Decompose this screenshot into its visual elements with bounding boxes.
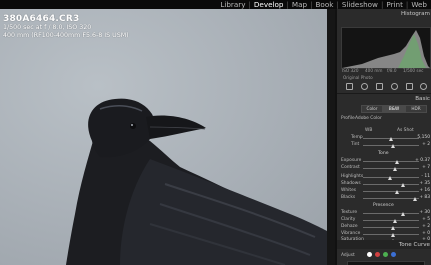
contrast-label: Contrast bbox=[341, 165, 360, 170]
module-web[interactable]: Web bbox=[411, 0, 427, 9]
tint-slider[interactable] bbox=[363, 143, 419, 148]
presence-section-title: Presence bbox=[373, 203, 394, 208]
tint-label: Tint bbox=[351, 142, 360, 147]
module-separator: | bbox=[336, 0, 339, 9]
blacks-value[interactable]: + 83 bbox=[419, 195, 430, 200]
right-develop-panel: Histogram ISO 320 400 mm f/8.0 1/500 sec… bbox=[335, 9, 431, 265]
photo-viewer[interactable]: 380A6464.CR3 1/500 sec at f / 8.0, ISO 3… bbox=[0, 9, 327, 265]
module-separator: | bbox=[286, 0, 289, 9]
shadows-value[interactable]: + 35 bbox=[419, 181, 430, 186]
blacks-slider[interactable] bbox=[363, 196, 419, 201]
dehaze-slider[interactable] bbox=[363, 225, 419, 230]
exposure-label: Exposure bbox=[341, 158, 362, 163]
module-book[interactable]: Book bbox=[316, 0, 334, 9]
histogram-shutter: 1/500 sec bbox=[403, 68, 424, 73]
exposure-value[interactable]: + 0.37 bbox=[415, 158, 430, 163]
basic-header[interactable]: Basic bbox=[415, 96, 430, 102]
histogram-header[interactable]: Histogram bbox=[401, 11, 430, 17]
dehaze-label: Dehaze bbox=[341, 224, 358, 229]
wb-select[interactable]: As Shot bbox=[397, 128, 414, 133]
module-develop[interactable]: Develop bbox=[254, 0, 284, 9]
photo-lens: 400 mm (RF100-400mm F5.6-8 IS USM) bbox=[3, 31, 129, 39]
histogram-aperture: f/8.0 bbox=[387, 68, 397, 73]
blacks-label: Blacks bbox=[341, 195, 356, 200]
treatment-bw-button[interactable]: B&W bbox=[383, 105, 405, 113]
temp-slider[interactable] bbox=[363, 136, 419, 141]
histogram-focal: 400 mm bbox=[365, 68, 383, 73]
clarity-slider[interactable] bbox=[363, 218, 419, 223]
module-library[interactable]: Library bbox=[220, 0, 245, 9]
tone-curve-graph[interactable] bbox=[347, 261, 425, 265]
photo-info-overlay: 380A6464.CR3 1/500 sec at f / 8.0, ISO 3… bbox=[3, 14, 129, 39]
module-map[interactable]: Map bbox=[292, 0, 307, 9]
whites-label: Whites bbox=[341, 188, 357, 193]
clarity-label: Clarity bbox=[341, 217, 356, 222]
module-slideshow[interactable]: Slideshow bbox=[342, 0, 378, 9]
module-separator: | bbox=[380, 0, 384, 9]
curve-channel-rgb-icon[interactable] bbox=[367, 252, 372, 257]
vibrance-value[interactable]: + 0 bbox=[422, 231, 430, 236]
texture-slider[interactable] bbox=[363, 211, 419, 216]
module-picker: Library | Develop | Map | Book | Slidesh… bbox=[220, 0, 427, 9]
histogram-iso: ISO 320 bbox=[342, 68, 359, 73]
contrast-slider[interactable] bbox=[363, 166, 419, 171]
tone-curve-header[interactable]: Tone Curve bbox=[399, 242, 430, 248]
curve-channel-blue-icon[interactable] bbox=[391, 252, 396, 257]
photo-filename: 380A6464.CR3 bbox=[3, 14, 80, 24]
clarity-value[interactable]: + 5 bbox=[422, 217, 430, 222]
module-separator: | bbox=[248, 0, 251, 9]
exposure-slider[interactable] bbox=[363, 159, 419, 164]
redeye-tool-icon[interactable] bbox=[376, 83, 383, 90]
section-divider bbox=[337, 93, 431, 94]
profile-select[interactable]: Adobe Color bbox=[355, 116, 382, 121]
dehaze-value[interactable]: + 2 bbox=[422, 224, 430, 229]
treatment-color-button[interactable]: Color bbox=[361, 105, 383, 113]
texture-label: Texture bbox=[341, 210, 358, 215]
tone-curve-header-bar[interactable]: Tone Curve bbox=[337, 240, 431, 249]
module-separator: | bbox=[405, 0, 409, 9]
mask-tool-icon[interactable] bbox=[391, 83, 398, 90]
module-bar: Library | Develop | Map | Book | Slidesh… bbox=[0, 0, 431, 9]
heal-tool-icon[interactable] bbox=[361, 83, 368, 90]
whites-slider[interactable] bbox=[363, 189, 419, 194]
module-separator: | bbox=[310, 0, 313, 9]
profile-label: Profile bbox=[341, 116, 355, 121]
crow-photo bbox=[66, 98, 327, 265]
photo-exposure: 1/500 sec at f / 8.0, ISO 320 bbox=[3, 24, 92, 31]
contrast-value[interactable]: + 7 bbox=[422, 165, 430, 170]
histogram bbox=[341, 27, 431, 69]
curve-channel-green-icon[interactable] bbox=[383, 252, 388, 257]
highlights-slider[interactable] bbox=[363, 175, 419, 180]
crop-tool-icon[interactable] bbox=[346, 83, 353, 90]
temp-value[interactable]: 5,150 bbox=[417, 135, 430, 140]
whites-value[interactable]: + 16 bbox=[419, 188, 430, 193]
settings-tool-icon[interactable] bbox=[420, 83, 427, 90]
vibrance-label: Vibrance bbox=[341, 231, 361, 236]
adjust-label: Adjust bbox=[341, 253, 355, 258]
original-photo-toggle[interactable]: Original Photo bbox=[343, 75, 373, 80]
shadows-label: Shadows bbox=[341, 181, 361, 186]
wb-label: WB bbox=[365, 128, 373, 133]
tone-section-title: Tone bbox=[378, 151, 389, 156]
texture-value[interactable]: + 30 bbox=[419, 210, 430, 215]
preset-tool-icon[interactable] bbox=[406, 83, 413, 90]
curve-channel-red-icon[interactable] bbox=[375, 252, 380, 257]
panel-collapse-strip[interactable] bbox=[327, 9, 335, 265]
highlights-value[interactable]: - 11 bbox=[421, 174, 430, 179]
vibrance-slider[interactable] bbox=[363, 232, 419, 237]
highlights-label: Highlights bbox=[341, 174, 364, 179]
module-print[interactable]: Print bbox=[386, 0, 403, 9]
temp-label: Temp bbox=[351, 135, 363, 140]
shadows-slider[interactable] bbox=[363, 182, 419, 187]
treatment-hdr-button[interactable]: HDR bbox=[405, 105, 427, 113]
tint-value[interactable]: + 2 bbox=[422, 142, 430, 147]
